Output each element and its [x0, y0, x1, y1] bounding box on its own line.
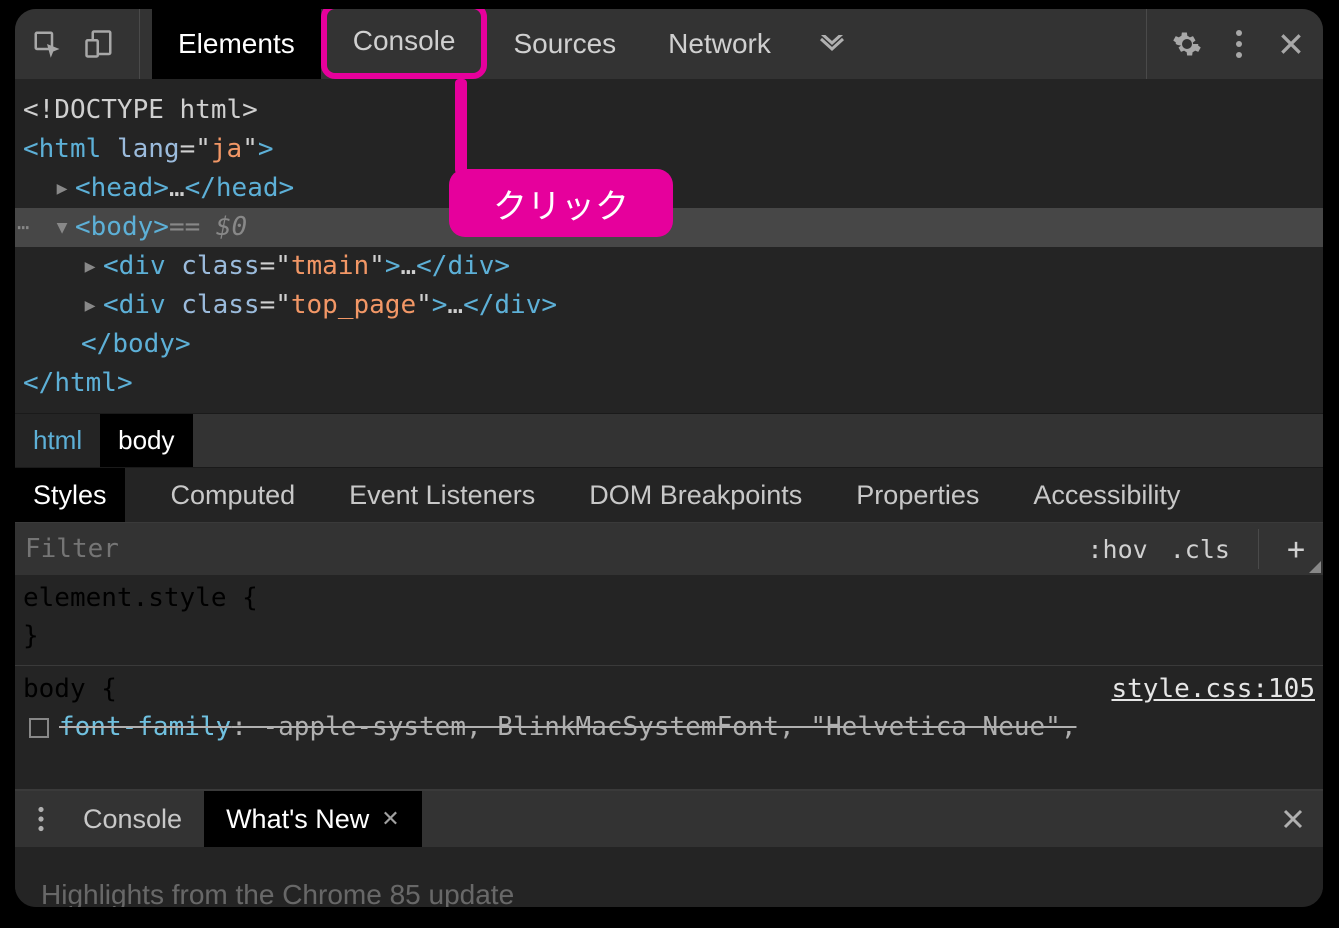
dom-line-html[interactable]: <html lang="ja"> [23, 130, 1315, 169]
more-tabs-icon[interactable] [797, 35, 867, 53]
whatsnew-heading: Highlights from the Chrome 85 update [41, 879, 1297, 908]
rule-selector[interactable]: body { [23, 670, 117, 708]
resize-corner-icon[interactable] [1309, 561, 1321, 573]
rule-selector[interactable]: element.style { [23, 579, 1315, 617]
styles-subtabs: Styles Computed Event Listeners DOM Brea… [15, 467, 1323, 523]
console-drawer: Console What's New✕ Highlights from the … [15, 789, 1323, 907]
dom-line-body-close[interactable]: </body> [23, 325, 1315, 364]
breadcrumb-body[interactable]: body [100, 414, 192, 467]
source-link[interactable]: style.css:105 [1112, 670, 1316, 708]
styles-panel: element.style { } body { style.css:105 f… [15, 575, 1323, 756]
toolbar-inspector-group [25, 9, 140, 79]
subtab-computed[interactable]: Computed [163, 468, 304, 522]
styles-filter-input[interactable] [15, 534, 1070, 564]
dom-line-doctype[interactable]: <!DOCTYPE html> [23, 91, 1315, 130]
close-devtools-icon[interactable] [1269, 22, 1313, 66]
dom-line-div-toppage[interactable]: ▶<div class="top_page">…</div> [23, 286, 1315, 325]
element-style-rule[interactable]: element.style { } [15, 575, 1323, 666]
close-drawer-icon[interactable] [1281, 807, 1305, 831]
tab-sources[interactable]: Sources [487, 9, 642, 79]
elements-dom-tree[interactable]: <!DOCTYPE html> <html lang="ja"> ▶<head>… [15, 79, 1323, 413]
hov-toggle[interactable]: :hov [1088, 535, 1148, 564]
body-style-rule[interactable]: body { style.css:105 font-family: -apple… [15, 666, 1323, 756]
main-tabs: Elements Console Sources Network [152, 9, 867, 79]
devtools-window: Elements Console Sources Network [14, 8, 1324, 908]
tab-console[interactable]: Console [321, 8, 488, 79]
settings-gear-icon[interactable] [1165, 22, 1209, 66]
subtab-event-listeners[interactable]: Event Listeners [341, 468, 543, 522]
new-style-rule-icon[interactable]: + [1287, 532, 1305, 567]
subtab-dom-breakpoints[interactable]: DOM Breakpoints [581, 468, 810, 522]
dom-line-html-close[interactable]: </html> [23, 364, 1315, 403]
separator [1258, 529, 1259, 569]
kebab-menu-icon[interactable] [1217, 22, 1261, 66]
tab-network[interactable]: Network [642, 9, 797, 79]
subtab-properties[interactable]: Properties [848, 468, 987, 522]
close-tab-icon[interactable]: ✕ [381, 806, 399, 832]
property-checkbox[interactable] [29, 718, 49, 738]
annotation-connector [455, 79, 467, 174]
cls-toggle[interactable]: .cls [1170, 535, 1230, 564]
main-toolbar: Elements Console Sources Network [15, 9, 1323, 79]
rule-close: } [23, 617, 1315, 655]
drawer-tab-whatsnew[interactable]: What's New✕ [204, 791, 422, 847]
tab-elements[interactable]: Elements [152, 9, 321, 79]
dom-line-div-tmain[interactable]: ▶<div class="tmain">…</div> [23, 247, 1315, 286]
elements-breadcrumb: html body [15, 413, 1323, 467]
expand-arrow-icon[interactable]: ▶ [81, 247, 99, 286]
device-toolbar-icon[interactable] [77, 22, 121, 66]
drawer-tabs: Console What's New✕ [15, 791, 1323, 847]
overflow-indicator: ⋯ [17, 208, 29, 247]
inspect-element-icon[interactable] [25, 22, 69, 66]
styles-filter-bar: :hov .cls + [15, 523, 1323, 575]
drawer-tab-console[interactable]: Console [61, 791, 204, 847]
expand-arrow-icon[interactable]: ▶ [81, 286, 99, 325]
breadcrumb-html[interactable]: html [15, 414, 100, 467]
drawer-menu-icon[interactable] [21, 806, 61, 832]
collapse-arrow-icon[interactable]: ▼ [53, 208, 71, 247]
drawer-content: Highlights from the Chrome 85 update [15, 847, 1323, 908]
toolbar-actions [1146, 9, 1313, 79]
property-row[interactable]: font-family: -apple-system, BlinkMacSyst… [23, 708, 1315, 746]
expand-arrow-icon[interactable]: ▶ [53, 169, 71, 208]
subtab-accessibility[interactable]: Accessibility [1025, 468, 1188, 522]
filter-actions: :hov .cls + [1070, 529, 1324, 569]
subtab-styles[interactable]: Styles [15, 468, 125, 522]
annotation-bubble: クリック [449, 169, 673, 237]
